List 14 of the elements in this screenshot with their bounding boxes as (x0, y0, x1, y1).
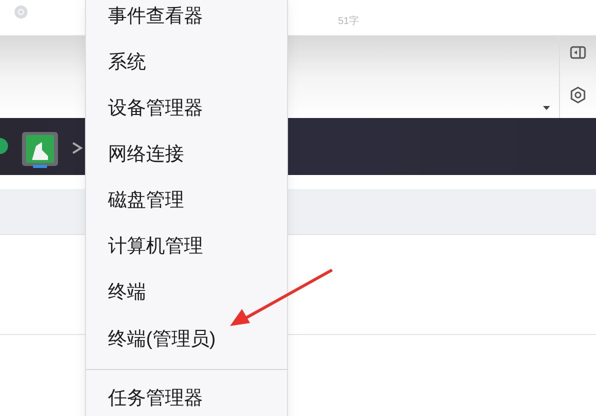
menu-item[interactable]: 网络连接 (86, 132, 287, 178)
menu-item[interactable]: 计算机管理 (86, 224, 287, 271)
menu-item[interactable]: 终端 (86, 270, 287, 317)
menu-item[interactable]: 终端(管理员) (86, 316, 287, 363)
menu-item[interactable]: 设备管理器 (86, 86, 287, 132)
app-icon[interactable] (22, 132, 58, 168)
menu-item[interactable]: 事件查看器 (86, 0, 287, 40)
menu-item[interactable]: 任务管理器 (86, 376, 287, 416)
chevron-icon[interactable] (72, 142, 84, 154)
faint-label: 51字 (338, 14, 360, 29)
menu-item[interactable]: 磁盘管理 (86, 178, 287, 225)
caret-icon[interactable] (543, 106, 550, 110)
menu-item[interactable]: 系统 (86, 40, 287, 86)
panel-icon[interactable] (570, 46, 586, 59)
